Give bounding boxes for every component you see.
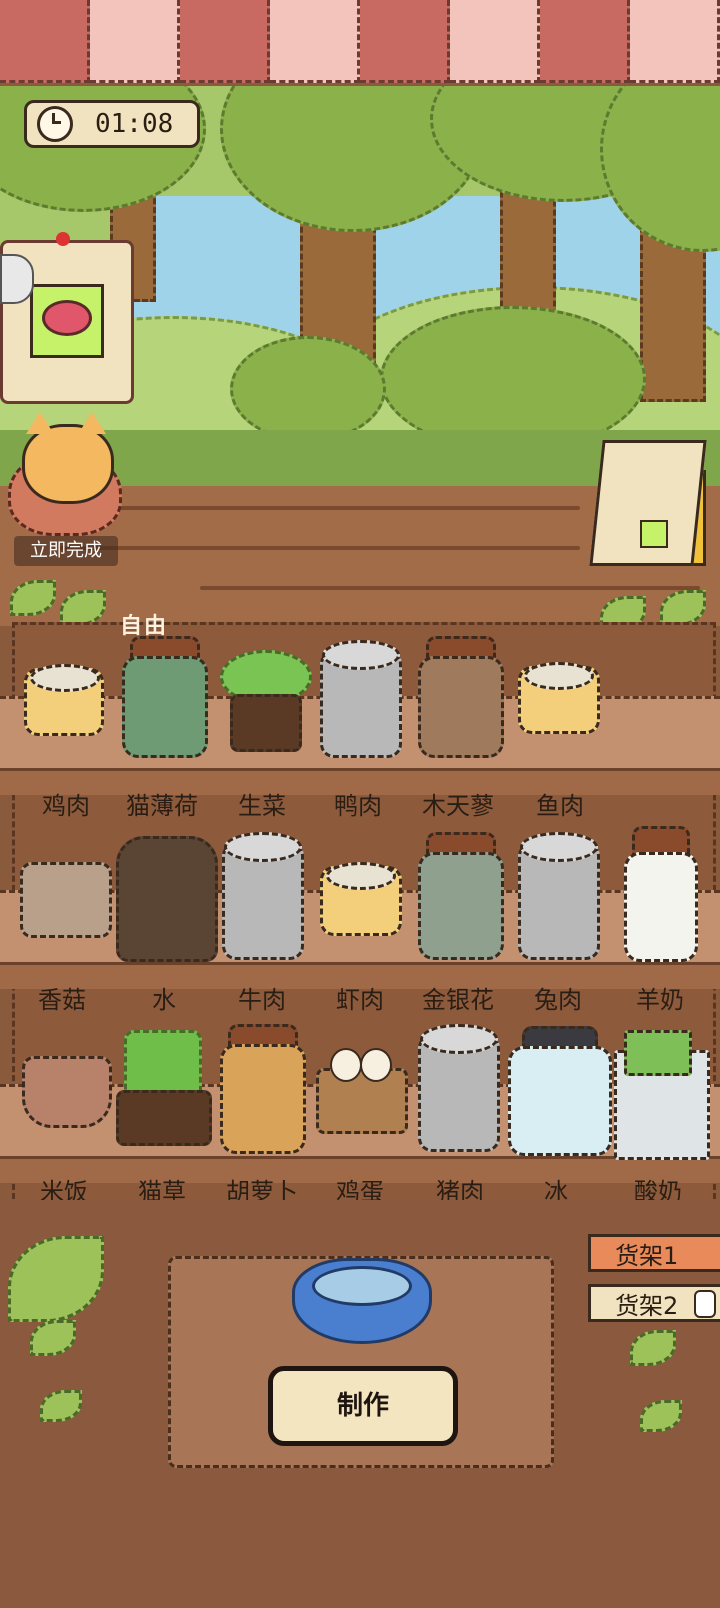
timer-display: 01:08 <box>24 100 200 148</box>
pause-button[interactable] <box>0 254 34 304</box>
bowl-inner <box>312 1266 412 1306</box>
ingredient-label: 羊奶 <box>636 986 684 1014</box>
ingredient-label: 金银花 <box>422 986 494 1014</box>
checkmark-icon <box>640 520 668 548</box>
ingredient-label: 木天蓼 <box>422 792 494 820</box>
lock-bag-icon <box>694 1290 716 1318</box>
ingredient-label: 生菜 <box>238 792 286 820</box>
ingredient-label: 鸭肉 <box>334 792 382 820</box>
cat-ear <box>26 412 54 434</box>
timer-text: 01:08 <box>95 109 174 139</box>
ingredient-label: 水 <box>152 986 176 1014</box>
clock-icon <box>37 106 73 142</box>
ingredient-label: 牛肉 <box>238 986 286 1014</box>
ingredient-label: 鱼肉 <box>536 792 584 820</box>
complete-now-button[interactable]: 立即完成 <box>14 536 118 566</box>
ingredient-label: 香菇 <box>38 986 86 1014</box>
pin-icon <box>56 232 70 246</box>
meat-dish-icon <box>42 300 92 336</box>
make-button[interactable]: 制作 <box>268 1366 458 1446</box>
ingredient-label: 兔肉 <box>534 986 582 1014</box>
ingredient-label: 虾肉 <box>336 986 384 1014</box>
awning <box>0 0 720 86</box>
cat-ear <box>78 412 106 434</box>
ingredient-label: 猫薄荷 <box>126 792 198 820</box>
tab-shelf-1[interactable]: 货架1 <box>588 1234 720 1272</box>
ingredient-label: 鸡肉 <box>42 792 90 820</box>
cat-head[interactable] <box>22 424 114 504</box>
